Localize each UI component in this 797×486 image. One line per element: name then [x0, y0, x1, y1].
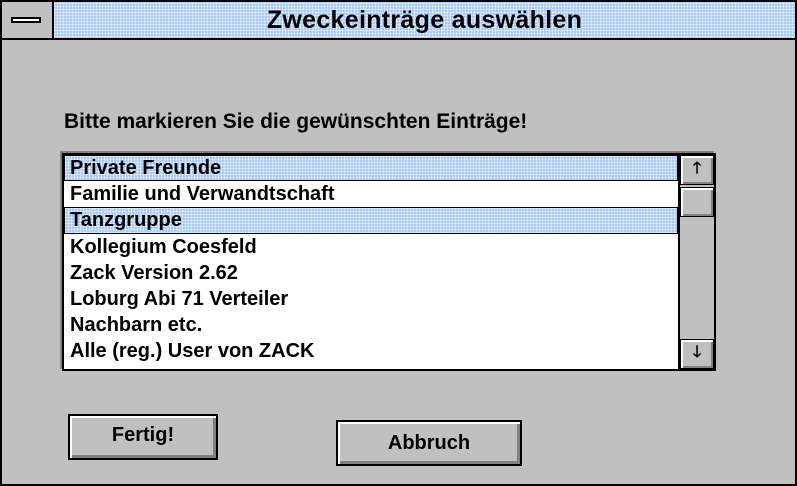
list-item[interactable]: Familie und Verwandtschaft	[64, 181, 678, 207]
instruction-text: Bitte markieren Sie die gewünschten Eint…	[64, 110, 528, 133]
list-item[interactable]: Private Freunde	[64, 155, 678, 182]
system-menu-button[interactable]	[2, 2, 54, 38]
title-bar[interactable]: Zweckeinträge auswählen	[2, 2, 795, 40]
window-title: Zweckeinträge auswählen	[266, 6, 583, 34]
list-item[interactable]: Nachbarn etc.	[64, 312, 678, 338]
entries-listbox[interactable]: Private Freunde Familie und Verwandtschaf…	[62, 153, 716, 371]
list-item[interactable]: Kollegium Coesfeld	[64, 234, 678, 260]
scroll-thumb[interactable]	[680, 187, 714, 217]
arrow-down-icon: 🡓	[692, 343, 702, 361]
listbox-items: Private Freunde Familie und Verwandtschaf…	[64, 155, 678, 369]
list-item[interactable]: Zack Version 2.62	[64, 260, 678, 286]
list-item[interactable]: Tanzgruppe	[64, 207, 678, 234]
scroll-up-button[interactable]: 🡑	[680, 155, 714, 185]
minus-bar-icon	[11, 17, 41, 23]
list-item[interactable]: Alle (reg.) User von ZACK	[64, 338, 678, 364]
scroll-down-button[interactable]: 🡓	[680, 339, 714, 369]
list-item[interactable]: Loburg Abi 71 Verteiler	[64, 286, 678, 312]
dialog-window: Zweckeinträge auswählen Bitte markieren …	[0, 0, 797, 486]
arrow-up-icon: 🡑	[692, 159, 702, 177]
vertical-scrollbar[interactable]: 🡑 🡓	[678, 155, 714, 369]
finish-button[interactable]: Fertig!	[68, 414, 218, 460]
cancel-button[interactable]: Abbruch	[336, 420, 522, 466]
